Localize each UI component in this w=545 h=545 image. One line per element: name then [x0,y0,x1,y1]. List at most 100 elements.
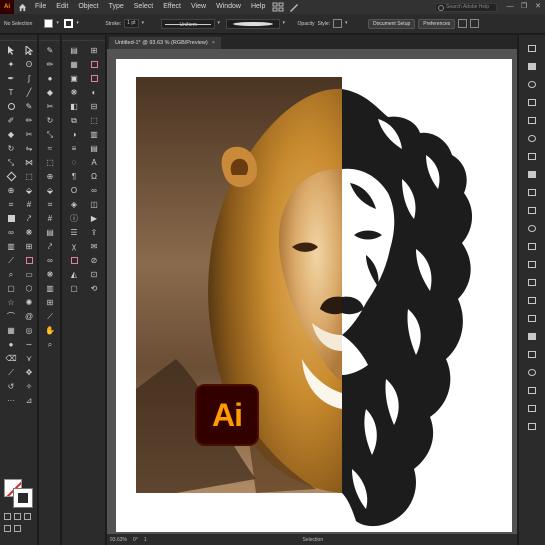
mesh-icon[interactable]: # [43,213,57,224]
pucker-tool-icon[interactable]: ✧ [22,381,36,392]
line-segment-tool-icon[interactable]: ╱ [22,87,36,98]
navigator-panel-icon[interactable] [525,367,538,377]
library-icon[interactable]: ▣ [67,73,81,84]
perspective-grid-tool-icon[interactable]: ⌗ [4,199,18,210]
rotation-value[interactable]: 0° [133,537,138,543]
live-paint-tool-icon[interactable]: ⬙ [22,185,36,196]
menu-edit[interactable]: Edit [51,0,73,14]
navigator-icon[interactable]: ◫ [87,199,101,210]
polygon-tool-icon[interactable]: ⬡ [22,283,36,294]
scissors-tool-icon[interactable]: ✂ [22,129,36,140]
color-panel-icon[interactable] [525,79,538,89]
brush-definition[interactable] [225,18,280,29]
color-guide-icon[interactable]: ▥ [87,129,101,140]
free-transform-tool-icon[interactable]: ⬚ [22,171,36,182]
variables-icon[interactable]: χ [67,241,81,252]
symbol-sprayer-tool-icon[interactable]: ❋ [22,227,36,238]
chevron-down-icon[interactable]: ▾ [218,21,223,26]
swatches-panel-icon[interactable] [525,97,538,107]
transform-panel-icon[interactable] [525,277,538,287]
gradient-tool-icon[interactable] [4,213,18,224]
smooth-tool-icon[interactable]: ∼ [22,339,36,350]
links-icon[interactable]: ∞ [87,185,101,196]
panel-grip[interactable] [62,35,105,41]
rectangular-grid-tool-icon[interactable]: ▦ [4,325,18,336]
history-panel-icon[interactable] [525,421,538,431]
scale-icon[interactable]: ⤡ [43,129,57,140]
polar-grid-tool-icon[interactable]: ◎ [22,325,36,336]
eraser-icon[interactable]: ◆ [43,87,57,98]
layers-icon[interactable]: ▤ [67,45,81,56]
panel-grip[interactable] [0,35,37,41]
shaper-tool-icon[interactable]: ✐ [4,115,18,126]
gradient-icon[interactable] [14,513,21,520]
opentype-icon[interactable]: O [67,185,81,196]
chevron-down-icon[interactable]: ▾ [283,21,288,26]
scale-tool-icon[interactable]: ⤡ [4,157,18,168]
image-trace-icon[interactable]: ◈ [67,199,81,210]
brushes-panel-icon[interactable] [525,115,538,125]
comments-icon[interactable]: ✉ [87,241,101,252]
rotate-tool-icon[interactable]: ↻ [4,143,18,154]
align-icon[interactable]: ⊟ [87,101,101,112]
stroke-panel-icon[interactable] [525,151,538,161]
chevron-down-icon[interactable]: ▾ [76,21,81,26]
perspective-icon[interactable]: ⌗ [43,199,57,210]
chevron-down-icon[interactable]: ▾ [56,21,61,26]
twirl-tool-icon[interactable]: ↺ [4,381,18,392]
menu-object[interactable]: Object [73,0,103,14]
paragraph-panel-icon[interactable] [525,313,538,323]
magic-wand-tool-icon[interactable]: ✦ [4,59,18,70]
graph-icon[interactable]: ▥ [43,283,57,294]
zoom-tool-icon[interactable]: ⌕ [4,269,18,280]
panel-grip[interactable] [39,35,60,41]
actions-icon[interactable]: ▶ [87,213,101,224]
swatch-icon[interactable] [87,59,101,70]
eyedropper-icon[interactable]: ⤤ [43,241,57,252]
graphic-styles-panel-icon[interactable] [525,223,538,233]
menu-select[interactable]: Select [129,0,158,14]
gradient-panel-icon[interactable]: ▤ [87,143,101,154]
stroke-swatch-large[interactable] [13,488,33,508]
mesh-tool-icon[interactable]: # [22,199,36,210]
canvas-area[interactable] [107,49,517,534]
zoom-level[interactable]: 93.63% [110,537,127,543]
edit-toolbar-icon[interactable]: ··· [4,395,18,406]
asset-export-icon[interactable]: ⇪ [87,227,101,238]
hand-icon[interactable]: ✋ [43,325,57,336]
layers-panel-icon[interactable] [525,61,538,71]
transparency-icon[interactable]: ◌ [67,157,81,168]
warp-icon[interactable]: ≈ [43,143,57,154]
transparency-panel-icon[interactable] [525,187,538,197]
print-tiling-tool-icon[interactable]: ▭ [22,269,36,280]
artboards-icon[interactable]: ⊞ [87,45,101,56]
grid-icon[interactable]: ▦ [67,59,81,70]
transform-icon[interactable]: ⬚ [43,157,57,168]
menu-help[interactable]: Help [246,0,270,14]
ellipse-tool-icon[interactable] [4,101,18,112]
stroke-weight-field[interactable]: 1 pt [124,19,139,28]
variable-width-profile[interactable]: Uniform [160,18,215,29]
close-window-button[interactable]: ✕ [533,2,543,12]
status-mode[interactable]: Selection [303,537,324,543]
reflect-tool-icon[interactable]: ⇋ [22,143,36,154]
gradient-icon[interactable]: ▤ [43,227,57,238]
hand-tool-icon[interactable] [22,255,36,266]
character-panel-icon[interactable] [525,295,538,305]
color-panel-icon[interactable]: ◑ [67,129,81,140]
graphic-styles-icon[interactable]: ◧ [67,101,81,112]
character-icon[interactable]: A [87,157,101,168]
path-eraser-tool-icon[interactable]: ⌫ [4,353,18,364]
properties-panel-icon[interactable] [525,43,538,53]
pathfinder-icon[interactable]: ⧉ [67,115,81,126]
menu-effect[interactable]: Effect [158,0,186,14]
close-tab-icon[interactable]: × [212,40,215,46]
document-tab[interactable]: Untitled-1* @ 93.63 % (RGB/Preview) × [109,37,221,49]
blend-tool-icon[interactable]: ∞ [4,227,18,238]
brush-panel-icon[interactable] [87,73,101,84]
screen-mode-icon[interactable] [14,525,21,532]
arc-tool-icon[interactable]: ⌒ [4,311,18,322]
home-icon[interactable] [14,0,30,14]
symbol-icon[interactable]: ❋ [43,269,57,280]
align-panel-icon[interactable] [525,241,538,251]
